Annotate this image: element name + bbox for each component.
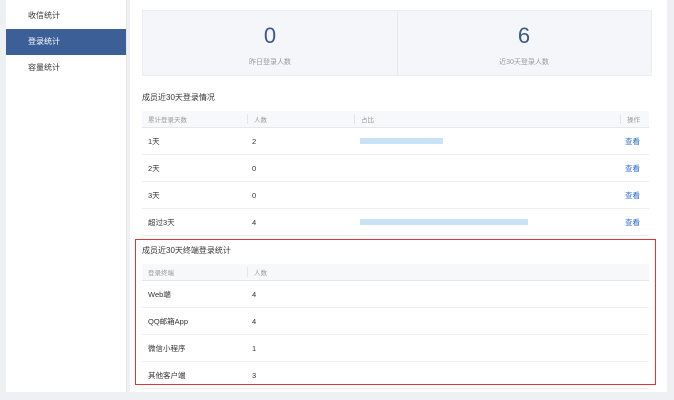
- row-days: 超过3天: [142, 208, 246, 236]
- row-ratio: [353, 181, 619, 209]
- row-days: 1天: [142, 127, 246, 155]
- row-terminal: QQ邮箱App: [142, 307, 246, 335]
- view-link[interactable]: 查看: [620, 136, 648, 147]
- row-count: 0: [246, 181, 353, 209]
- header-days: 累计登录天数: [142, 111, 246, 128]
- terminal-table: 登录终端 人数 Web端 4 QQ邮箱App 4 微信小程序 1 其他客户端 3: [142, 264, 649, 389]
- header-terminal: 登录终端: [142, 264, 246, 281]
- terminal-row: Web端 4: [142, 280, 649, 308]
- row-count: 4: [246, 208, 353, 236]
- stat-yesterday-label: 昨日登录人数: [249, 59, 291, 66]
- login-days-row: 3天 0 查看: [142, 181, 649, 209]
- header-count: 人数: [246, 111, 353, 128]
- view-link[interactable]: 查看: [620, 190, 648, 201]
- row-terminal-count: 4: [246, 307, 649, 335]
- sidebar-item-capacity-stats[interactable]: 容量统计: [6, 55, 126, 81]
- stat-yesterday-value: 0: [263, 23, 277, 48]
- row-ratio: [353, 154, 619, 182]
- row-action: 查看: [619, 154, 649, 182]
- terminal-title: 成员近30天终端登录统计: [142, 246, 231, 255]
- login-days-row: 1天 2 查看: [142, 127, 649, 155]
- row-terminal: 微信小程序: [142, 334, 246, 362]
- row-terminal: Web端: [142, 280, 246, 308]
- view-link[interactable]: 查看: [620, 163, 648, 174]
- stat-yesterday: 0 昨日登录人数: [143, 11, 398, 75]
- stat-last30-label: 近30天登录人数: [499, 59, 549, 66]
- ratio-bar: [360, 219, 528, 225]
- terminal-row: 其他客户端 3: [142, 361, 649, 389]
- login-days-header-row: 累计登录天数 人数 占比 操作: [142, 111, 649, 128]
- main-panel: 0 昨日登录人数 6 近30天登录人数 成员近30天登录情况 累计登录天数 人数…: [130, 0, 667, 392]
- login-days-row: 2天 0 查看: [142, 154, 649, 182]
- sidebar: 收信统计 登录统计 容量统计: [6, 0, 127, 392]
- row-terminal-count: 4: [246, 280, 649, 308]
- header-terminal-count: 人数: [246, 264, 649, 281]
- login-days-title: 成员近30天登录情况: [142, 93, 215, 102]
- login-days-table: 累计登录天数 人数 占比 操作 1天 2 查看 2天 0 查看 3天 0 查看 超过3天 4 查看: [142, 111, 649, 236]
- header-ratio: 占比: [353, 111, 619, 128]
- sidebar-item-mail-stats[interactable]: 收信统计: [6, 3, 126, 29]
- terminal-row: QQ邮箱App 4: [142, 307, 649, 335]
- row-count: 0: [246, 154, 353, 182]
- row-action: 查看: [619, 208, 649, 236]
- row-action: 查看: [619, 181, 649, 209]
- row-count: 2: [246, 127, 353, 155]
- row-ratio: [353, 208, 619, 236]
- row-terminal-count: 3: [246, 361, 649, 389]
- row-terminal-count: 1: [246, 334, 649, 362]
- row-terminal: 其他客户端: [142, 361, 246, 389]
- login-days-row: 超过3天 4 查看: [142, 208, 649, 236]
- terminal-header-row: 登录终端 人数: [142, 264, 649, 281]
- stats-summary: 0 昨日登录人数 6 近30天登录人数: [142, 10, 652, 76]
- view-link[interactable]: 查看: [620, 217, 648, 228]
- row-days: 2天: [142, 154, 246, 182]
- row-ratio: [353, 127, 619, 155]
- header-action: 操作: [619, 111, 649, 128]
- ratio-bar: [360, 138, 443, 144]
- stat-last30: 6 近30天登录人数: [397, 11, 651, 75]
- row-action: 查看: [619, 127, 649, 155]
- terminal-row: 微信小程序 1: [142, 334, 649, 362]
- sidebar-item-login-stats[interactable]: 登录统计: [6, 29, 126, 55]
- stat-last30-value: 6: [517, 23, 531, 48]
- row-days: 3天: [142, 181, 246, 209]
